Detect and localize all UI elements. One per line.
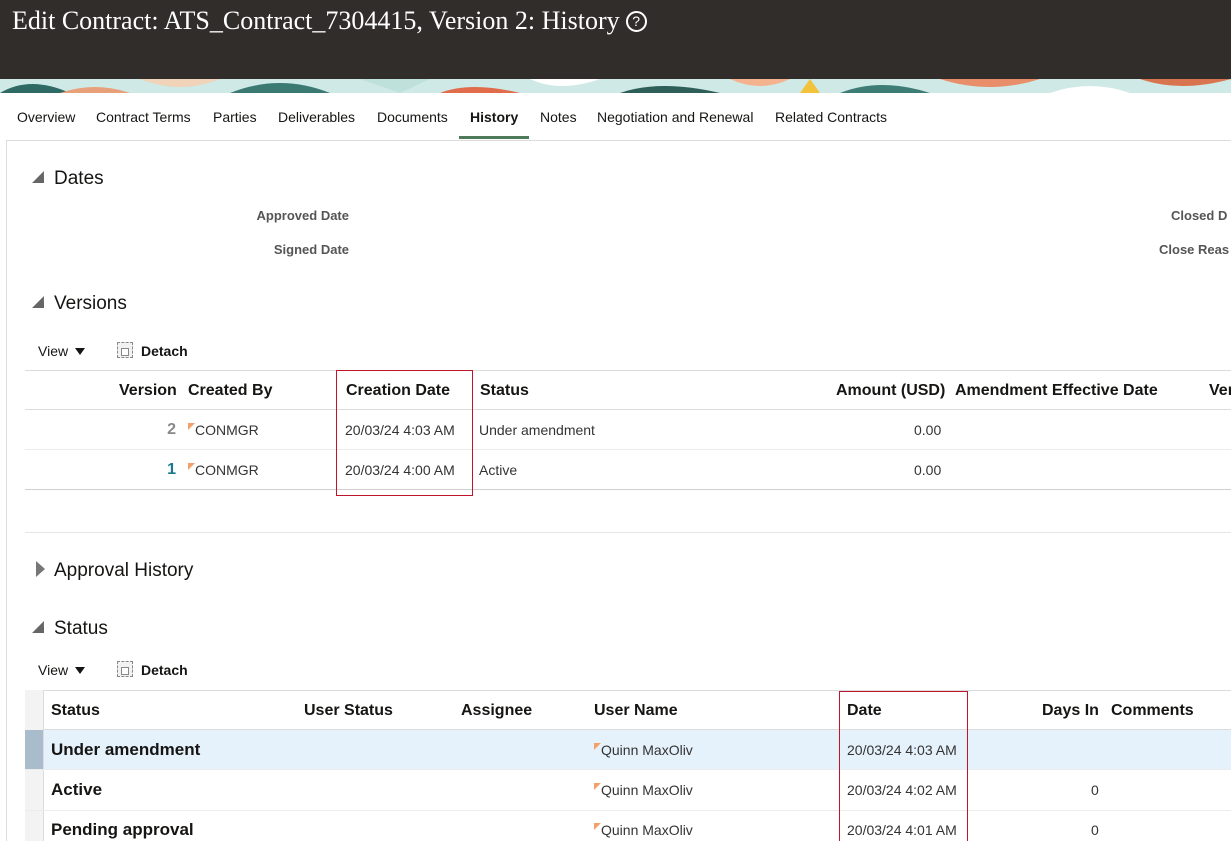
tab-notes[interactable]: Notes xyxy=(540,109,577,125)
detach-icon[interactable] xyxy=(117,342,133,358)
divider xyxy=(25,370,1231,371)
status-name: Under amendment xyxy=(51,740,201,759)
divider xyxy=(25,449,1231,450)
tab-negotiation-renewal[interactable]: Negotiation and Renewal xyxy=(597,109,753,125)
selected-row-marker[interactable] xyxy=(25,730,43,769)
tab-documents[interactable]: Documents xyxy=(377,109,448,125)
col-assignee[interactable]: Assignee xyxy=(461,702,532,720)
status-detach-button[interactable]: Detach xyxy=(141,662,188,678)
tab-bar: Overview Contract Terms Parties Delivera… xyxy=(0,93,1231,140)
col-created-by[interactable]: Created By xyxy=(188,382,272,400)
versions-detach-button[interactable]: Detach xyxy=(141,343,188,359)
expand-approval-history-icon[interactable] xyxy=(36,561,45,577)
days-in: 0 xyxy=(1091,782,1099,798)
banner-pattern-icon xyxy=(0,79,1231,93)
versions-section-title: Versions xyxy=(54,293,127,314)
collapse-dates-icon[interactable] xyxy=(32,171,44,183)
chevron-down-icon xyxy=(75,667,86,674)
decorative-banner xyxy=(0,79,1231,93)
detach-icon[interactable] xyxy=(117,661,133,677)
col-ver[interactable]: Ver xyxy=(1209,382,1231,400)
divider xyxy=(25,489,1231,490)
tab-overview[interactable]: Overview xyxy=(17,109,75,125)
status-date: 20/03/24 4:02 AM xyxy=(847,782,957,798)
page-title: Edit Contract: ATS_Contract_7304415, Ver… xyxy=(12,6,647,36)
versions-view-menu[interactable]: View xyxy=(38,343,86,359)
creation-date: 20/03/24 4:03 AM xyxy=(345,422,455,438)
divider xyxy=(25,409,1231,410)
close-reason-label: Close Reas xyxy=(1159,242,1230,257)
col-amendment-effective-date[interactable]: Amendment Effective Date xyxy=(955,382,1158,400)
collapse-status-icon[interactable] xyxy=(32,621,44,633)
approved-date-label: Approved Date xyxy=(256,208,349,223)
history-panel: Dates Approved Date Signed Date Closed D… xyxy=(6,140,1231,841)
col-user-name[interactable]: User Name xyxy=(594,702,678,720)
created-by[interactable]: CONMGR xyxy=(188,462,259,478)
col-days-in[interactable]: Days In xyxy=(1042,702,1099,720)
table-row[interactable]: Active Quinn MaxOliv 20/03/24 4:02 AM 0 xyxy=(44,770,1231,810)
version-status: Under amendment xyxy=(479,422,595,438)
signed-date-label: Signed Date xyxy=(273,242,349,257)
created-by[interactable]: CONMGR xyxy=(188,422,259,438)
help-icon[interactable]: ? xyxy=(625,11,647,32)
user-name[interactable]: Quinn MaxOliv xyxy=(594,822,693,838)
status-view-menu[interactable]: View xyxy=(38,662,86,678)
version-number[interactable]: 1 xyxy=(146,461,176,479)
creation-date: 20/03/24 4:00 AM xyxy=(345,462,455,478)
status-name: Active xyxy=(51,780,103,799)
status-section-title: Status xyxy=(54,618,108,639)
dates-section-title: Dates xyxy=(54,168,104,189)
amount: 0.00 xyxy=(914,462,942,478)
version-status: Active xyxy=(479,462,518,478)
user-name[interactable]: Quinn MaxOliv xyxy=(594,782,693,798)
col-date[interactable]: Date xyxy=(847,702,882,720)
tab-history[interactable]: History xyxy=(470,109,518,125)
chevron-down-icon xyxy=(75,348,86,355)
col-status[interactable]: Status xyxy=(480,382,529,400)
status-date: 20/03/24 4:01 AM xyxy=(847,822,957,838)
active-tab-indicator xyxy=(459,136,529,139)
user-name[interactable]: Quinn MaxOliv xyxy=(594,742,693,758)
days-in: 0 xyxy=(1091,822,1099,838)
status-name: Pending approval xyxy=(51,820,194,839)
closed-date-label: Closed D xyxy=(1171,208,1228,223)
collapse-versions-icon[interactable] xyxy=(32,296,44,308)
version-number[interactable]: 2 xyxy=(146,421,176,439)
status-date: 20/03/24 4:03 AM xyxy=(847,742,957,758)
tab-parties[interactable]: Parties xyxy=(213,109,257,125)
col-user-status[interactable]: User Status xyxy=(304,702,393,720)
divider xyxy=(25,532,1231,533)
tab-related-contracts[interactable]: Related Contracts xyxy=(775,109,887,125)
col-amount[interactable]: Amount (USD) xyxy=(836,382,945,400)
amount: 0.00 xyxy=(914,422,942,438)
page-header: Edit Contract: ATS_Contract_7304415, Ver… xyxy=(0,0,1231,80)
col-comments[interactable]: Comments xyxy=(1111,702,1194,720)
col-version[interactable]: Version xyxy=(119,382,177,400)
tab-deliverables[interactable]: Deliverables xyxy=(278,109,355,125)
approval-history-title[interactable]: Approval History xyxy=(54,560,193,582)
table-row[interactable]: Pending approval Quinn MaxOliv 20/03/24 … xyxy=(44,811,1231,841)
tab-contract-terms[interactable]: Contract Terms xyxy=(96,109,191,125)
table-row[interactable]: Under amendment Quinn MaxOliv 20/03/24 4… xyxy=(44,730,1231,769)
col-creation-date[interactable]: Creation Date xyxy=(346,382,450,400)
divider xyxy=(25,690,1231,691)
col-status[interactable]: Status xyxy=(51,702,100,720)
